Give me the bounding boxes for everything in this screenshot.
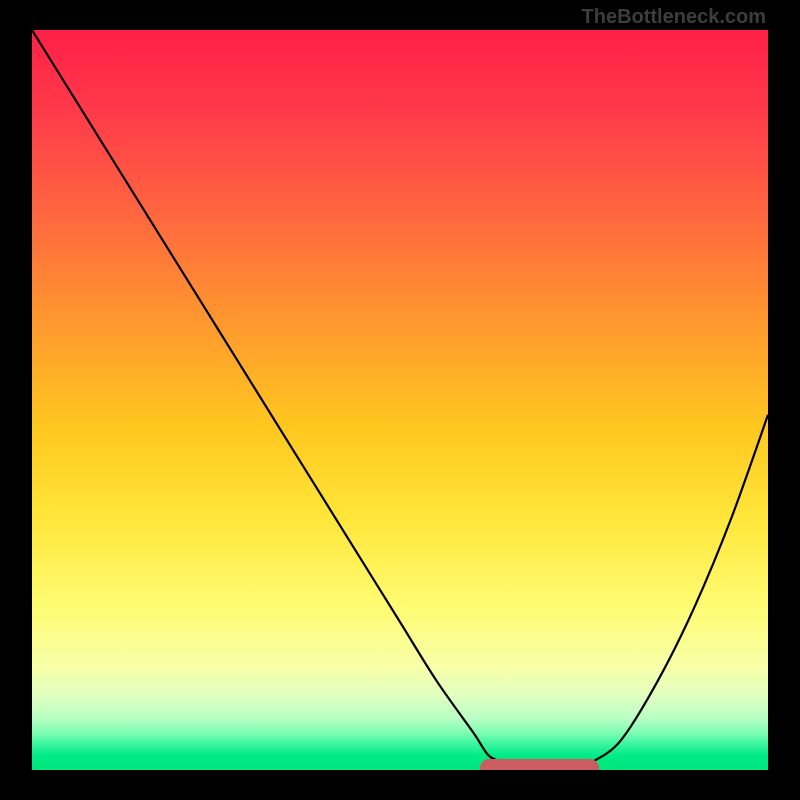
trough-marker bbox=[480, 759, 599, 770]
chart-frame: TheBottleneck.com bbox=[0, 0, 800, 800]
bottleneck-curve bbox=[32, 30, 768, 770]
plot-area bbox=[32, 30, 768, 770]
watermark-text: TheBottleneck.com bbox=[582, 6, 766, 29]
